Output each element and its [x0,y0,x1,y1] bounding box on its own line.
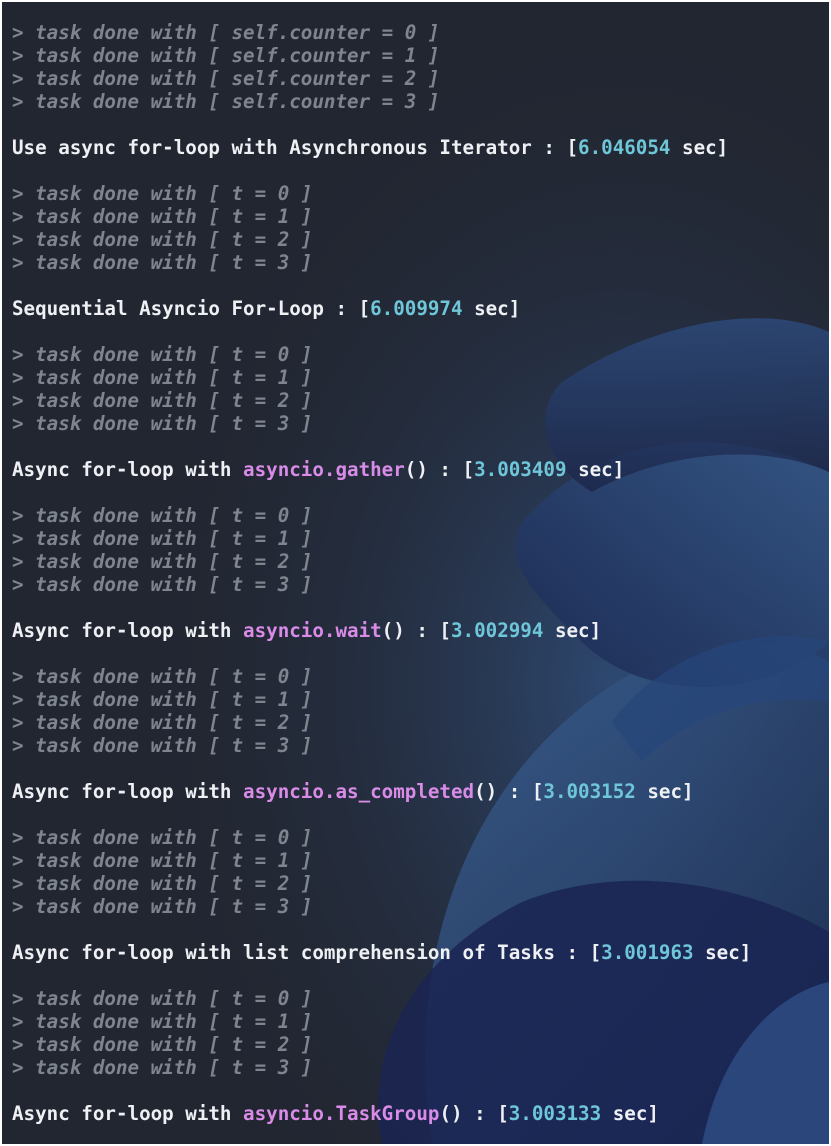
summary-function-name: asyncio.gather [243,458,405,481]
task-log-line: > task done with [ t = 0 ] [12,504,313,527]
task-log-line: > task done with [ self.counter = 2 ] [12,67,440,90]
summary-prefix: Async for-loop with [12,458,244,481]
summary-function-suffix: () : [ [381,619,451,642]
task-log-line: > task done with [ t = 1 ] [12,527,313,550]
summary-function-name: asyncio.as_completed [243,780,475,803]
summary-function-name: asyncio.wait [243,619,382,642]
task-log-line: > task done with [ self.counter = 0 ] [12,21,440,44]
task-log-line: > task done with [ t = 2 ] [12,228,313,251]
task-log-line: > task done with [ t = 1 ] [12,366,313,389]
summary-elapsed-time: 3.003133 [508,1102,602,1125]
task-log-line: > task done with [ t = 3 ] [12,895,313,918]
summary-elapsed-time: 3.001963 [601,941,694,964]
task-log-line: > task done with [ t = 2 ] [12,872,313,895]
timing-summary-line: Sequential Asyncio For-Loop : [6.009974 … [12,297,829,320]
summary-suffix: sec] [670,136,729,159]
task-log-line: > task done with [ t = 3 ] [12,251,313,274]
summary-function-name: asyncio.TaskGroup [243,1102,440,1125]
task-log-line: > task done with [ t = 3 ] [12,1056,313,1079]
summary-elapsed-time: 3.002994 [450,619,544,642]
terminal-window[interactable]: > task done with [ self.counter = 0 ] > t… [2,2,829,1144]
summary-elapsed-time: 3.003409 [474,458,567,481]
summary-function-suffix: () : [ [474,780,544,803]
task-log-line: > task done with [ t = 2 ] [12,1033,313,1056]
summary-suffix: sec] [635,780,694,803]
summary-elapsed-time: 3.003152 [543,780,636,803]
summary-suffix: sec] [566,458,625,481]
timing-summary-line: Async for-loop with asyncio.as_completed… [12,780,829,803]
task-log-line: > task done with [ self.counter = 1 ] [12,44,440,67]
timing-summary-line: Async for-loop with asyncio.TaskGroup() … [12,1102,829,1125]
summary-suffix: sec] [693,941,752,964]
task-log-line: > task done with [ t = 2 ] [12,711,313,734]
summary-prefix: Async for-loop with [12,780,244,803]
task-log-line: > task done with [ t = 1 ] [12,1010,313,1033]
task-log-line: > task done with [ t = 0 ] [12,182,313,205]
timing-summary-line: Async for-loop with asyncio.gather() : [… [12,458,829,481]
task-log-line: > task done with [ t = 2 ] [12,550,313,573]
task-log-line: > task done with [ t = 1 ] [12,205,313,228]
timing-summary-line: Use async for-loop with Asynchronous Ite… [12,136,829,159]
summary-suffix: sec] [601,1102,659,1125]
summary-prefix: Async for-loop with [12,619,244,642]
summary-function-suffix: () : [ [404,458,475,481]
task-log-line: > task done with [ t = 3 ] [12,573,313,596]
task-log-line: > task done with [ t = 3 ] [12,412,313,435]
timing-summary-line: Async for-loop with asyncio.wait() : [3.… [12,619,829,642]
summary-prefix: Async for-loop with list comprehension o… [12,941,602,964]
task-log-line: > task done with [ t = 0 ] [12,343,313,366]
task-log-line: > task done with [ t = 0 ] [12,987,313,1010]
task-log-line: > task done with [ t = 2 ] [12,389,313,412]
terminal-output: > task done with [ self.counter = 0 ] > t… [2,2,829,1125]
task-log-line: > task done with [ t = 0 ] [12,665,313,688]
timing-summary-line: Async for-loop with list comprehension o… [12,941,829,964]
task-log-line: > task done with [ t = 3 ] [12,734,313,757]
summary-elapsed-time: 6.009974 [370,297,463,320]
task-log-line: > task done with [ t = 1 ] [12,849,313,872]
task-log-line: > task done with [ self.counter = 3 ] [12,90,440,113]
summary-suffix: sec] [462,297,521,320]
summary-function-suffix: () : [ [439,1102,509,1125]
summary-suffix: sec] [543,619,602,642]
summary-prefix: Sequential Asyncio For-Loop : [ [12,297,371,320]
summary-elapsed-time: 6.046054 [578,136,671,159]
summary-prefix: Use async for-loop with Asynchronous Ite… [12,136,579,159]
task-log-line: > task done with [ t = 1 ] [12,688,313,711]
summary-prefix: Async for-loop with [12,1102,244,1125]
task-log-line: > task done with [ t = 0 ] [12,826,313,849]
